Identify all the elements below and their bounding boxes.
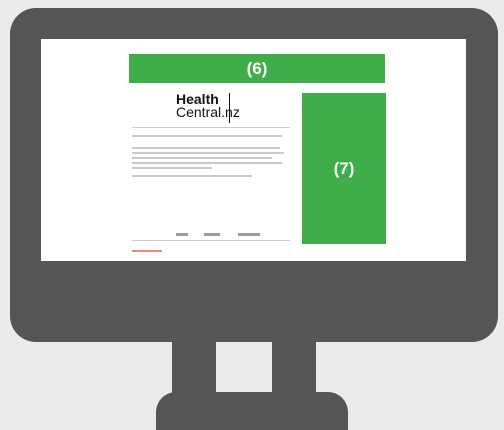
header-divider bbox=[132, 127, 290, 128]
article-text-line bbox=[132, 175, 252, 177]
monitor-frame: (6) Health Central.nz (7) bbox=[10, 8, 498, 342]
ad-slot-side[interactable]: (7) bbox=[302, 93, 386, 244]
ad-slot-banner[interactable]: (6) bbox=[129, 54, 385, 83]
ad-slot-side-label: (7) bbox=[333, 158, 355, 178]
article-text-line bbox=[132, 157, 272, 159]
logo-divider bbox=[229, 93, 230, 123]
healthcentral-logo[interactable]: Health Central.nz bbox=[176, 92, 240, 120]
share-button[interactable] bbox=[176, 233, 188, 236]
article-text-line bbox=[132, 152, 284, 154]
article-page: Health Central.nz bbox=[126, 89, 296, 261]
article-text-line bbox=[132, 135, 282, 137]
share-button[interactable] bbox=[204, 233, 220, 236]
article-text-line bbox=[132, 162, 282, 164]
illustration: (6) Health Central.nz (7) bbox=[0, 0, 504, 430]
logo-central-text: Central bbox=[176, 104, 222, 120]
monitor-base bbox=[156, 392, 348, 430]
section-divider bbox=[132, 240, 290, 241]
monitor-screen: (6) Health Central.nz (7) bbox=[41, 39, 466, 261]
share-button[interactable] bbox=[238, 233, 260, 236]
ad-slot-banner-label: (6) bbox=[246, 58, 268, 78]
related-heading bbox=[132, 250, 162, 252]
article-text-line bbox=[132, 167, 212, 169]
article-text-line bbox=[132, 147, 280, 149]
logo-nz-text: .nz bbox=[221, 104, 240, 120]
share-buttons bbox=[166, 233, 266, 237]
